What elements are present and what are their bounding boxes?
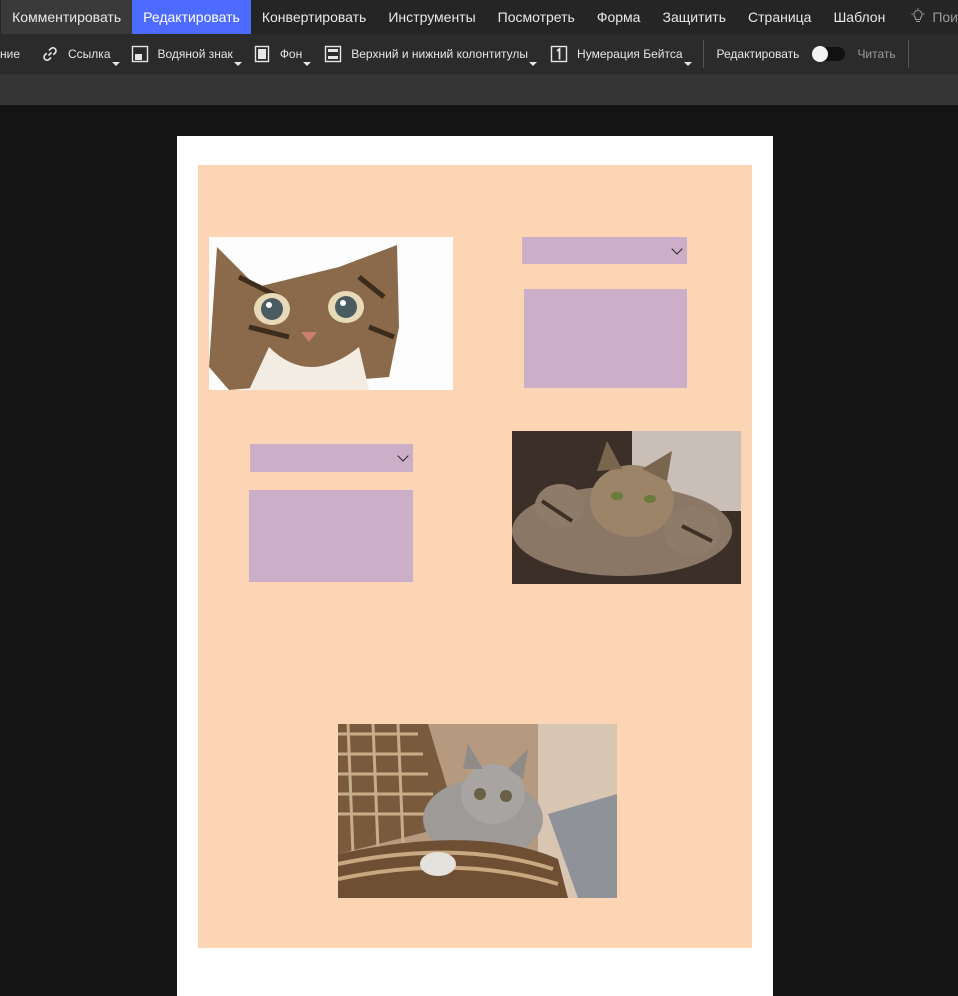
bates-label: Нумерация Бейтса (577, 47, 683, 61)
search-tip[interactable]: Пои (896, 0, 958, 34)
background-label: Фон (279, 47, 303, 61)
page-background-area (198, 165, 752, 948)
header-footer-tool[interactable]: Верхний и нижний колонтитулы (323, 34, 538, 74)
menu-tools[interactable]: Инструменты (377, 0, 486, 34)
chevron-down-icon (671, 242, 683, 255)
watermark-icon (130, 44, 150, 64)
link-tool[interactable]: Ссылка (40, 34, 120, 74)
menu-protect[interactable]: Защитить (651, 0, 737, 34)
background-tool[interactable]: Фон (252, 34, 312, 74)
background-icon (252, 44, 272, 64)
watermark-label: Водяной знак (157, 47, 233, 61)
toggle-knob (812, 46, 829, 62)
edit-read-toggle[interactable] (812, 46, 846, 62)
menu-edit[interactable]: Редактировать (132, 0, 251, 34)
toolbar-divider (907, 40, 909, 68)
header-footer-icon (323, 44, 343, 64)
menu-template[interactable]: Шаблон (822, 0, 896, 34)
document-page[interactable] (177, 136, 773, 996)
link-icon (40, 44, 60, 64)
menu-form[interactable]: Форма (586, 0, 652, 34)
main-menu-bar: Комментировать Редактировать Конвертиров… (0, 0, 958, 34)
chevron-down-icon (233, 62, 242, 66)
read-mode-label: Читать (857, 47, 896, 61)
cat-photo-3[interactable] (338, 724, 617, 898)
chevron-down-icon (529, 62, 538, 66)
tip-label: Пои (932, 9, 958, 25)
cut-off-label: ние (0, 47, 21, 61)
chevron-down-icon (111, 62, 120, 66)
chevron-down-icon (397, 450, 409, 462)
menu-convert[interactable]: Конвертировать (251, 0, 378, 34)
menu-comment[interactable]: Комментировать (1, 0, 133, 34)
edit-toolbar: ние Ссылка Водяной знак Фон Верхний и ни… (0, 34, 958, 74)
dropdown-field-1[interactable] (522, 237, 687, 264)
chevron-down-icon (303, 62, 312, 66)
link-label: Ссылка (68, 47, 111, 61)
toolbar-divider (702, 40, 704, 68)
header-footer-label: Верхний и нижний колонтитулы (351, 47, 529, 61)
list-box-field-1[interactable] (524, 289, 687, 388)
watermark-tool[interactable]: Водяной знак (130, 34, 242, 74)
menu-view[interactable]: Посмотреть (487, 0, 586, 34)
cut-off-tool[interactable]: ние (0, 34, 20, 74)
dropdown-field-2[interactable] (250, 444, 413, 472)
lightbulb-icon (910, 7, 932, 27)
secondary-toolbar (0, 74, 958, 105)
cat-photo-2[interactable] (512, 431, 741, 584)
chevron-down-icon (683, 62, 692, 66)
kitten-photo-1[interactable] (209, 237, 453, 390)
edit-mode-label: Редактировать (716, 47, 800, 61)
bates-number-icon (549, 44, 569, 64)
bates-numbering-tool[interactable]: Нумерация Бейтса (549, 34, 692, 74)
list-box-field-2[interactable] (249, 490, 413, 582)
menu-page[interactable]: Страница (737, 0, 822, 34)
